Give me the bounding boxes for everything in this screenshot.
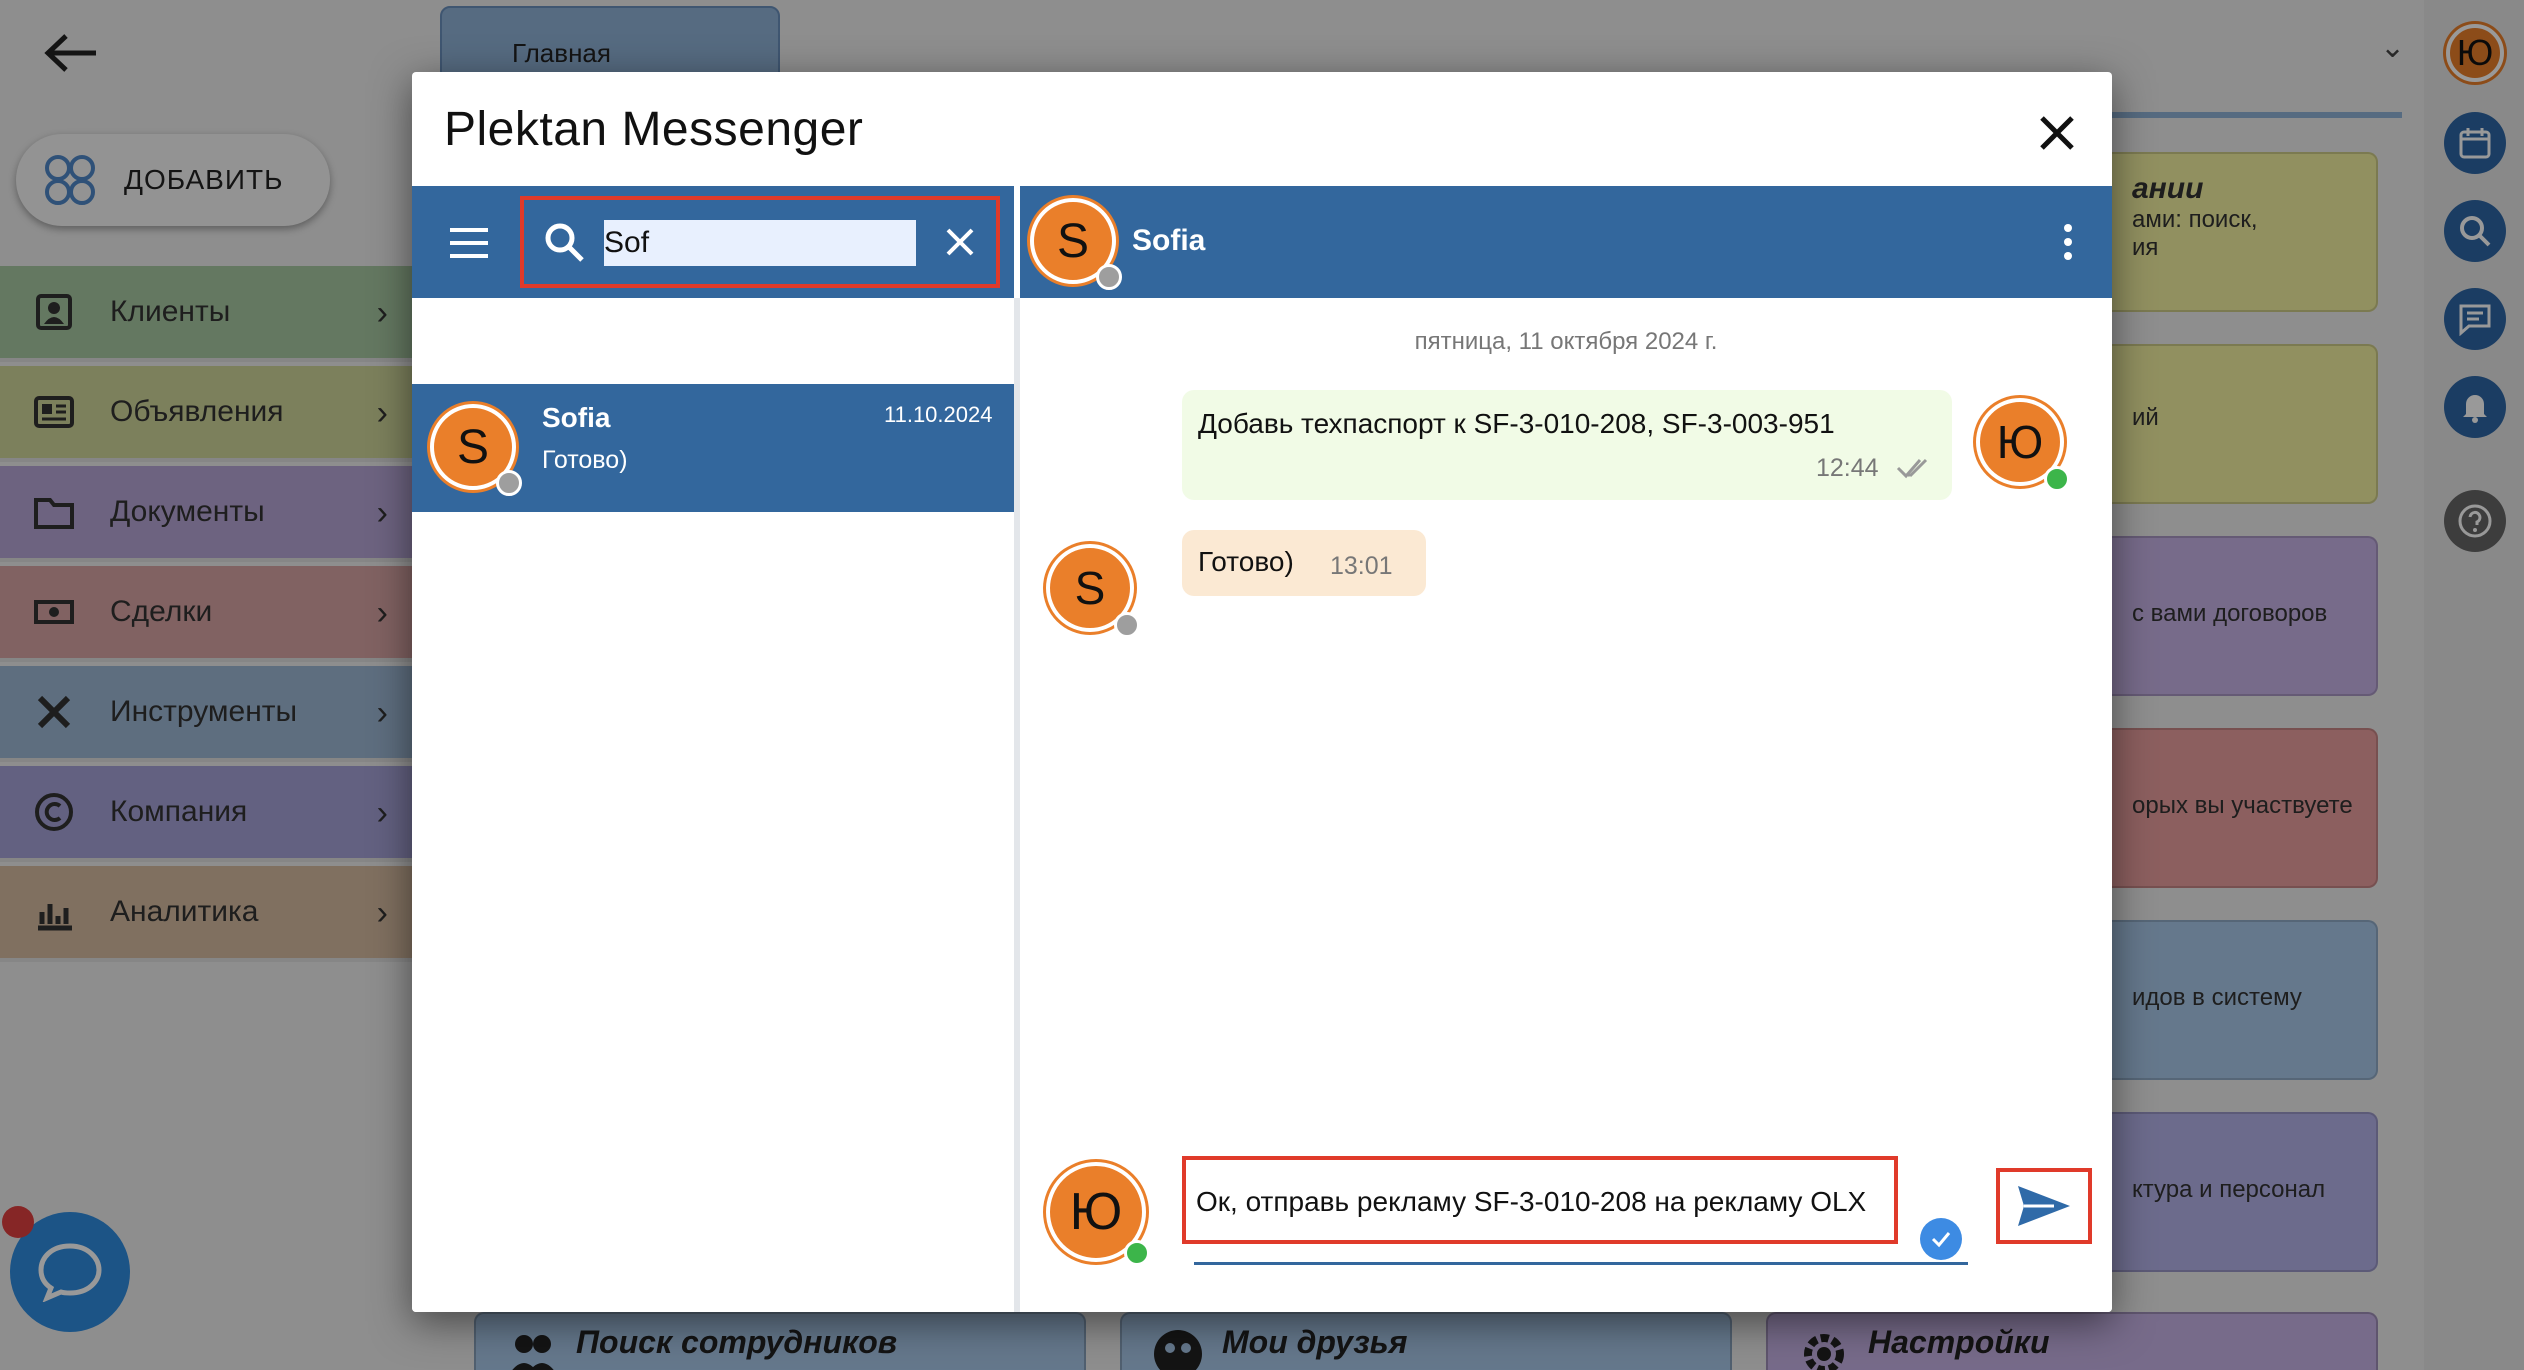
message-input[interactable]: Ок, отправь рекламу SF-3-010-208 на рекл… <box>1182 1156 1898 1244</box>
search-box <box>520 196 1000 288</box>
avatar-letter: S <box>1074 562 1106 614</box>
contact-date: 11.10.2024 <box>884 402 993 427</box>
avatar-letter: Ю <box>1996 416 2044 468</box>
avatar-letter: Ю <box>1069 1183 1123 1241</box>
clear-search-icon[interactable] <box>940 222 980 262</box>
contact-last-message: Готово) <box>542 446 628 474</box>
menu-icon[interactable] <box>448 226 490 260</box>
contacts-toolbar <box>412 186 1014 298</box>
message-time: 12:44 <box>1816 454 1879 482</box>
chat-header-avatar[interactable]: S <box>1030 198 1122 290</box>
modal-title: Plektan Messenger <box>444 103 864 156</box>
status-offline-indicator <box>1114 612 1140 638</box>
message-outgoing[interactable]: Добавь техпаспорт к SF-3-010-208, SF-3-0… <box>1182 390 1952 500</box>
avatar-letter: S <box>1056 214 1089 268</box>
messenger-modal: Plektan Messenger S Sofia <box>412 72 2112 1312</box>
composer-avatar: Ю <box>1046 1162 1150 1266</box>
more-options-icon[interactable] <box>2060 222 2076 262</box>
message-time: 13:01 <box>1330 552 1393 580</box>
status-offline-indicator <box>496 470 522 496</box>
status-online-indicator <box>2044 466 2070 492</box>
message-text: Добавь техпаспорт к SF-3-010-208, SF-3-0… <box>1198 408 1835 439</box>
message-text: Готово) <box>1198 546 1294 577</box>
close-icon[interactable] <box>2034 110 2080 156</box>
message-avatar-contact: S <box>1046 544 1140 638</box>
status-online-indicator <box>1124 1240 1150 1266</box>
contact-name: Sofia <box>542 402 611 433</box>
message-input-text: Ок, отправь рекламу SF-3-010-208 на рекл… <box>1196 1186 1867 1217</box>
avatar-letter: S <box>456 420 489 474</box>
status-offline-indicator <box>1096 264 1122 290</box>
chat-header: S Sofia <box>1020 186 2112 298</box>
contact-avatar: S <box>430 404 522 496</box>
read-ticks-icon <box>1896 458 1928 479</box>
check-icon <box>1931 1232 1951 1248</box>
chat-header-name[interactable]: Sofia <box>1132 224 1205 258</box>
message-avatar-self: Ю <box>1976 398 2070 492</box>
send-button[interactable] <box>1996 1168 2092 1244</box>
input-underline <box>1194 1262 1968 1265</box>
search-icon <box>545 223 584 262</box>
day-separator: пятница, 11 октября 2024 г. <box>1414 328 1718 355</box>
send-icon <box>2018 1186 2070 1226</box>
contacts-list: S Sofia Готово) 11.10.2024 <box>412 298 1014 1312</box>
chat-area: пятница, 11 октября 2024 г. Добавь техпа… <box>1020 298 2112 1312</box>
search-input[interactable] <box>604 220 916 266</box>
message-incoming[interactable]: Готово) 13:01 <box>1182 530 1426 596</box>
spellcheck-badge[interactable] <box>1920 1218 1962 1260</box>
list-item[interactable]: S Sofia Готово) 11.10.2024 <box>412 384 1014 512</box>
